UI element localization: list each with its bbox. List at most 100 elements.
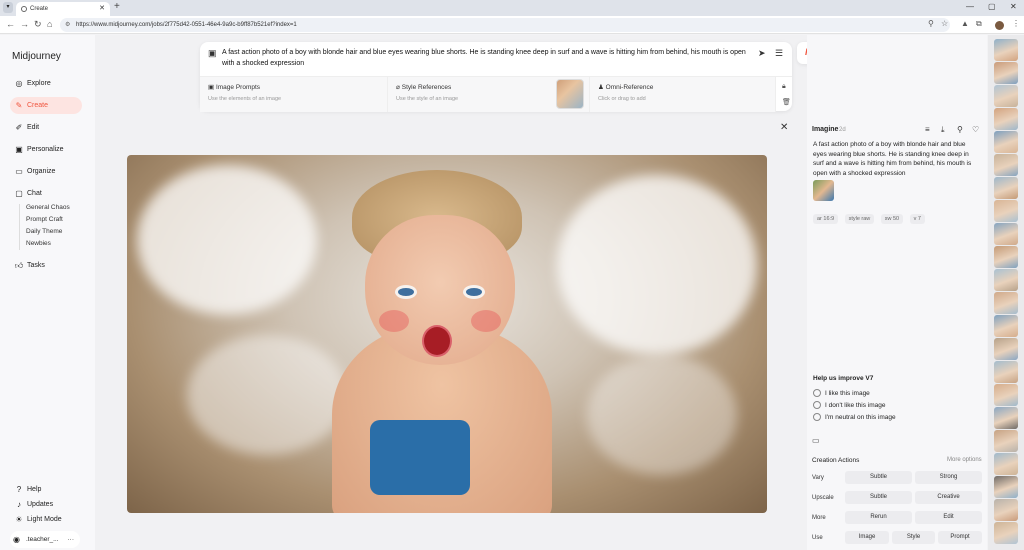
- history-thumbnail[interactable]: [994, 85, 1018, 107]
- history-thumbnail[interactable]: [994, 131, 1018, 153]
- history-thumbnail[interactable]: [994, 315, 1018, 337]
- home-icon[interactable]: ⌂: [47, 19, 52, 29]
- history-thumbnail[interactable]: [994, 177, 1018, 199]
- vary-strong-button[interactable]: Strong: [915, 471, 982, 484]
- sidebar-item-label: Edit: [27, 124, 40, 131]
- close-icon[interactable]: ✕: [780, 122, 788, 133]
- ref-subtitle: Click or drag to add: [598, 96, 646, 102]
- sidebar-item-explore[interactable]: ◎ Explore: [10, 75, 82, 92]
- history-thumbnail-strip: [988, 35, 1024, 550]
- close-window-icon[interactable]: ✕: [1010, 2, 1017, 11]
- history-thumbnail[interactable]: [994, 223, 1018, 245]
- close-tab-icon[interactable]: ✕: [99, 2, 105, 16]
- detail-reference-thumbnail[interactable]: [813, 180, 834, 201]
- image-prompts-slot[interactable]: ▣ Image Prompts Use the elements of an i…: [200, 77, 388, 112]
- trash-icon[interactable]: 🗑︎: [782, 98, 791, 106]
- history-thumbnail[interactable]: [994, 453, 1018, 475]
- history-thumbnail[interactable]: [994, 384, 1018, 406]
- prompt-input[interactable]: A fast action photo of a boy with blonde…: [222, 47, 757, 69]
- vary-subtle-button[interactable]: Subtle: [845, 471, 912, 484]
- style-references-slot[interactable]: ⌀ Style References Use the style of an i…: [388, 77, 590, 112]
- chat-room-prompt-craft[interactable]: Prompt Craft: [26, 216, 63, 223]
- lock-icon[interactable]: 🔒︎: [782, 83, 786, 91]
- history-thumbnail[interactable]: [994, 338, 1018, 360]
- omni-reference-slot[interactable]: ♟ Omni-Reference Click or drag to add: [590, 77, 776, 112]
- new-tab-icon[interactable]: +: [114, 1, 120, 12]
- tag-sw[interactable]: sw 50: [880, 214, 904, 224]
- use-image-button[interactable]: Image: [845, 531, 889, 544]
- folder-icon[interactable]: ▭: [812, 436, 820, 445]
- radio-circle[interactable]: [813, 389, 821, 397]
- sidebar-item-personalize[interactable]: ▣ Personalize: [10, 141, 82, 158]
- sidebar-item-chat[interactable]: ▢ Chat: [10, 185, 82, 202]
- browser-tab[interactable]: Create ✕: [16, 2, 110, 16]
- reload-icon[interactable]: ↻: [34, 19, 42, 30]
- history-thumbnail[interactable]: [994, 108, 1018, 130]
- user-menu[interactable]: ◉ .teacher_... ···: [10, 531, 80, 548]
- radio-circle[interactable]: [813, 401, 821, 409]
- rerun-button[interactable]: Rerun: [845, 511, 912, 524]
- menu-dots-icon[interactable]: ⋮: [1012, 19, 1020, 28]
- address-bar[interactable]: ⚙ https://www.midjourney.com/jobs/2f775d…: [60, 18, 950, 32]
- sidebar-item-tasks[interactable]: 👍︎ Tasks: [10, 257, 82, 274]
- history-thumbnail[interactable]: [994, 200, 1018, 222]
- filter-lines-icon[interactable]: ≡: [925, 125, 930, 134]
- tag-style[interactable]: style raw: [844, 214, 875, 224]
- forward-icon[interactable]: →: [20, 19, 29, 29]
- radio-circle[interactable]: [813, 413, 821, 421]
- tab-search-icon[interactable]: ▾: [3, 2, 13, 13]
- sidebar-item-organize[interactable]: ▭ Organize: [10, 163, 82, 180]
- site-info-icon[interactable]: ⚙: [65, 18, 70, 32]
- history-thumbnail[interactable]: [994, 246, 1018, 268]
- history-thumbnail[interactable]: [994, 39, 1018, 61]
- open-mouth: [422, 325, 452, 357]
- chat-room-newbies[interactable]: Newbies: [26, 240, 51, 247]
- sidebar-item-edit[interactable]: ✐ Edit: [10, 119, 82, 136]
- send-icon[interactable]: ➤: [758, 48, 766, 59]
- heart-icon[interactable]: ♡: [972, 125, 979, 134]
- tag-version[interactable]: v 7: [909, 214, 925, 224]
- edit-button[interactable]: Edit: [915, 511, 982, 524]
- image-icon[interactable]: ▣: [208, 48, 217, 59]
- style-reference-thumbnail[interactable]: [556, 79, 584, 109]
- maximize-icon[interactable]: ▢: [988, 2, 996, 11]
- more-options-link[interactable]: More options: [947, 457, 982, 463]
- history-thumbnail[interactable]: [994, 62, 1018, 84]
- zoom-icon[interactable]: ⚲: [928, 19, 934, 28]
- sidebar-item-light-mode[interactable]: ☀ Light Mode: [10, 511, 82, 528]
- history-thumbnail[interactable]: [994, 269, 1018, 291]
- download-icon[interactable]: ⤓: [941, 125, 945, 135]
- history-thumbnail[interactable]: [994, 154, 1018, 176]
- logo[interactable]: Midjourney: [12, 51, 61, 62]
- history-thumbnail[interactable]: [994, 476, 1018, 498]
- feedback-like[interactable]: I like this image: [813, 389, 870, 398]
- bookmark-star-icon[interactable]: ☆: [941, 19, 948, 28]
- history-thumbnail[interactable]: [994, 522, 1018, 544]
- generated-image[interactable]: [127, 155, 767, 513]
- feedback-neutral[interactable]: I'm neutral on this image: [813, 413, 896, 422]
- use-prompt-button[interactable]: Prompt: [938, 531, 982, 544]
- history-thumbnail[interactable]: [994, 499, 1018, 521]
- upscale-creative-button[interactable]: Creative: [915, 491, 982, 504]
- history-thumbnail[interactable]: [994, 361, 1018, 383]
- reference-bar: ▣ Image Prompts Use the elements of an i…: [200, 76, 792, 112]
- upscale-subtle-button[interactable]: Subtle: [845, 491, 912, 504]
- profile-avatar-icon[interactable]: [995, 21, 1004, 30]
- image-icon: ▣: [208, 84, 216, 91]
- extension-icon[interactable]: ▲: [961, 19, 969, 28]
- search-icon[interactable]: ⚲: [957, 125, 963, 134]
- back-icon[interactable]: ←: [6, 19, 15, 29]
- more-icon[interactable]: ···: [68, 531, 75, 548]
- minimize-icon[interactable]: —: [966, 2, 974, 11]
- use-style-button[interactable]: Style: [892, 531, 935, 544]
- puzzle-icon[interactable]: ⧉: [976, 19, 982, 29]
- tag-aspect-ratio[interactable]: ar 16:9: [813, 214, 839, 224]
- chat-room-general-chaos[interactable]: General Chaos: [26, 204, 70, 211]
- history-thumbnail[interactable]: [994, 292, 1018, 314]
- settings-sliders-icon[interactable]: ☰: [775, 48, 783, 59]
- sidebar-item-create[interactable]: ✎ Create: [10, 97, 82, 114]
- chat-room-daily-theme[interactable]: Daily Theme: [26, 228, 62, 235]
- history-thumbnail[interactable]: [994, 407, 1018, 429]
- feedback-dislike[interactable]: I don't like this image: [813, 401, 886, 410]
- history-thumbnail[interactable]: [994, 430, 1018, 452]
